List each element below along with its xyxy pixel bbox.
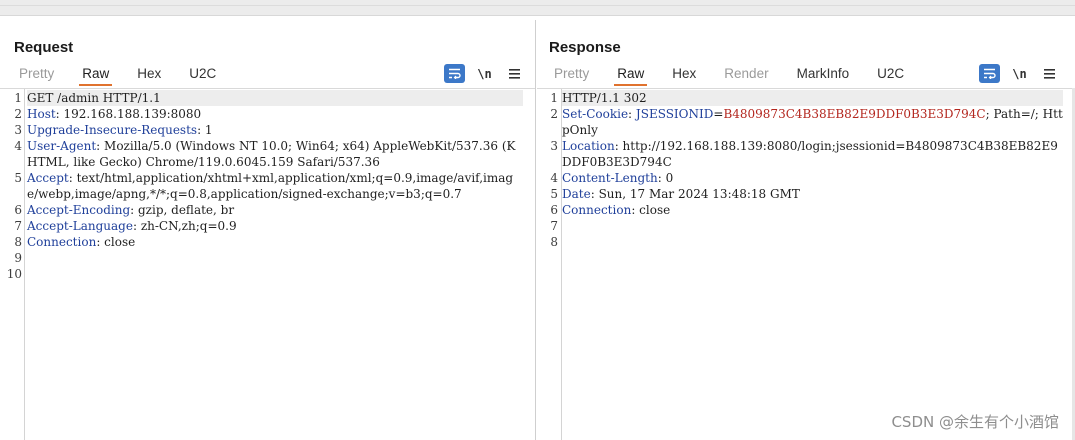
- newline-toggle-button[interactable]: \n: [474, 64, 495, 83]
- request-code: 1 GET /admin HTTP/1.1 2 Host: 192.168.188.…: [6, 90, 523, 282]
- request-tab-raw[interactable]: Raw: [71, 64, 120, 86]
- response-line: 7​: [550, 219, 558, 233]
- menu-icon[interactable]: [504, 64, 525, 83]
- watermark: CSDN @余生有个小酒馆: [891, 413, 1059, 431]
- request-line: 6 Accept-Encoding: gzip, deflate, br: [14, 203, 235, 217]
- response-tab-markinfo[interactable]: MarkInfo: [786, 64, 861, 86]
- top-strip: [0, 0, 1075, 16]
- response-tabs: Pretty Raw Hex Render MarkInfo U2C: [543, 64, 921, 86]
- request-tabs: Pretty Raw Hex U2C: [8, 64, 233, 86]
- request-pane: Request Pretty Raw Hex U2C \n 1 GET /admi…: [0, 20, 536, 440]
- request-line: 8 Connection: close: [14, 235, 136, 249]
- response-tab-raw[interactable]: Raw: [606, 64, 655, 86]
- response-tab-u2c[interactable]: U2C: [866, 64, 915, 86]
- response-tab-pretty[interactable]: Pretty: [543, 64, 600, 86]
- request-tab-u2c[interactable]: U2C: [178, 64, 227, 86]
- request-line: 1 GET /admin HTTP/1.1: [14, 90, 523, 106]
- newline-toggle-button[interactable]: \n: [1009, 64, 1030, 83]
- menu-icon[interactable]: [1039, 64, 1060, 83]
- response-pane: Response Pretty Raw Hex Render MarkInfo …: [537, 20, 1075, 440]
- response-tools: \n: [979, 64, 1069, 83]
- response-title: Response: [549, 39, 621, 56]
- response-line: 6 Connection: close: [550, 203, 671, 217]
- request-line: 10​: [6, 267, 22, 281]
- response-line: 2 Set-Cookie: JSESSIONID=B4809873C4B38EB8…: [550, 107, 1063, 137]
- response-code: 1 HTTP/1.1 302 2 Set-Cookie: JSESSIONID=B4…: [550, 90, 1063, 250]
- request-line: 3 Upgrade-Insecure-Requests: 1: [14, 123, 213, 137]
- request-title: Request: [14, 39, 74, 56]
- request-tools: \n: [444, 64, 534, 83]
- request-editor[interactable]: 1 GET /admin HTTP/1.1 2 Host: 192.168.188.…: [0, 88, 535, 440]
- request-tab-pretty[interactable]: Pretty: [8, 64, 65, 86]
- request-line: 4 User-Agent: Mozilla/5.0 (Windows NT 10.…: [14, 139, 516, 169]
- response-line: 8​: [550, 235, 558, 249]
- request-line: 7 Accept-Language: zh-CN,zh;q=0.9: [14, 219, 237, 233]
- response-editor[interactable]: 1 HTTP/1.1 302 2 Set-Cookie: JSESSIONID=B4…: [537, 88, 1075, 440]
- response-tab-hex[interactable]: Hex: [661, 64, 707, 86]
- request-line: 5 Accept: text/html,application/xhtml+xml…: [14, 171, 514, 201]
- request-line: 2 Host: 192.168.188.139:8080: [14, 107, 202, 121]
- response-tab-render[interactable]: Render: [713, 64, 779, 86]
- response-line: 4 Content-Length: 0: [550, 171, 674, 185]
- response-line: 3 Location: http://192.168.188.139:8080/l…: [550, 139, 1058, 169]
- wrap-icon[interactable]: [444, 64, 465, 83]
- request-tab-hex[interactable]: Hex: [126, 64, 172, 86]
- response-line: 5 Date: Sun, 17 Mar 2024 13:48:18 GMT: [550, 187, 800, 201]
- wrap-icon[interactable]: [979, 64, 1000, 83]
- request-line: 9​: [14, 251, 22, 265]
- response-line: 1 HTTP/1.1 302: [550, 90, 1063, 106]
